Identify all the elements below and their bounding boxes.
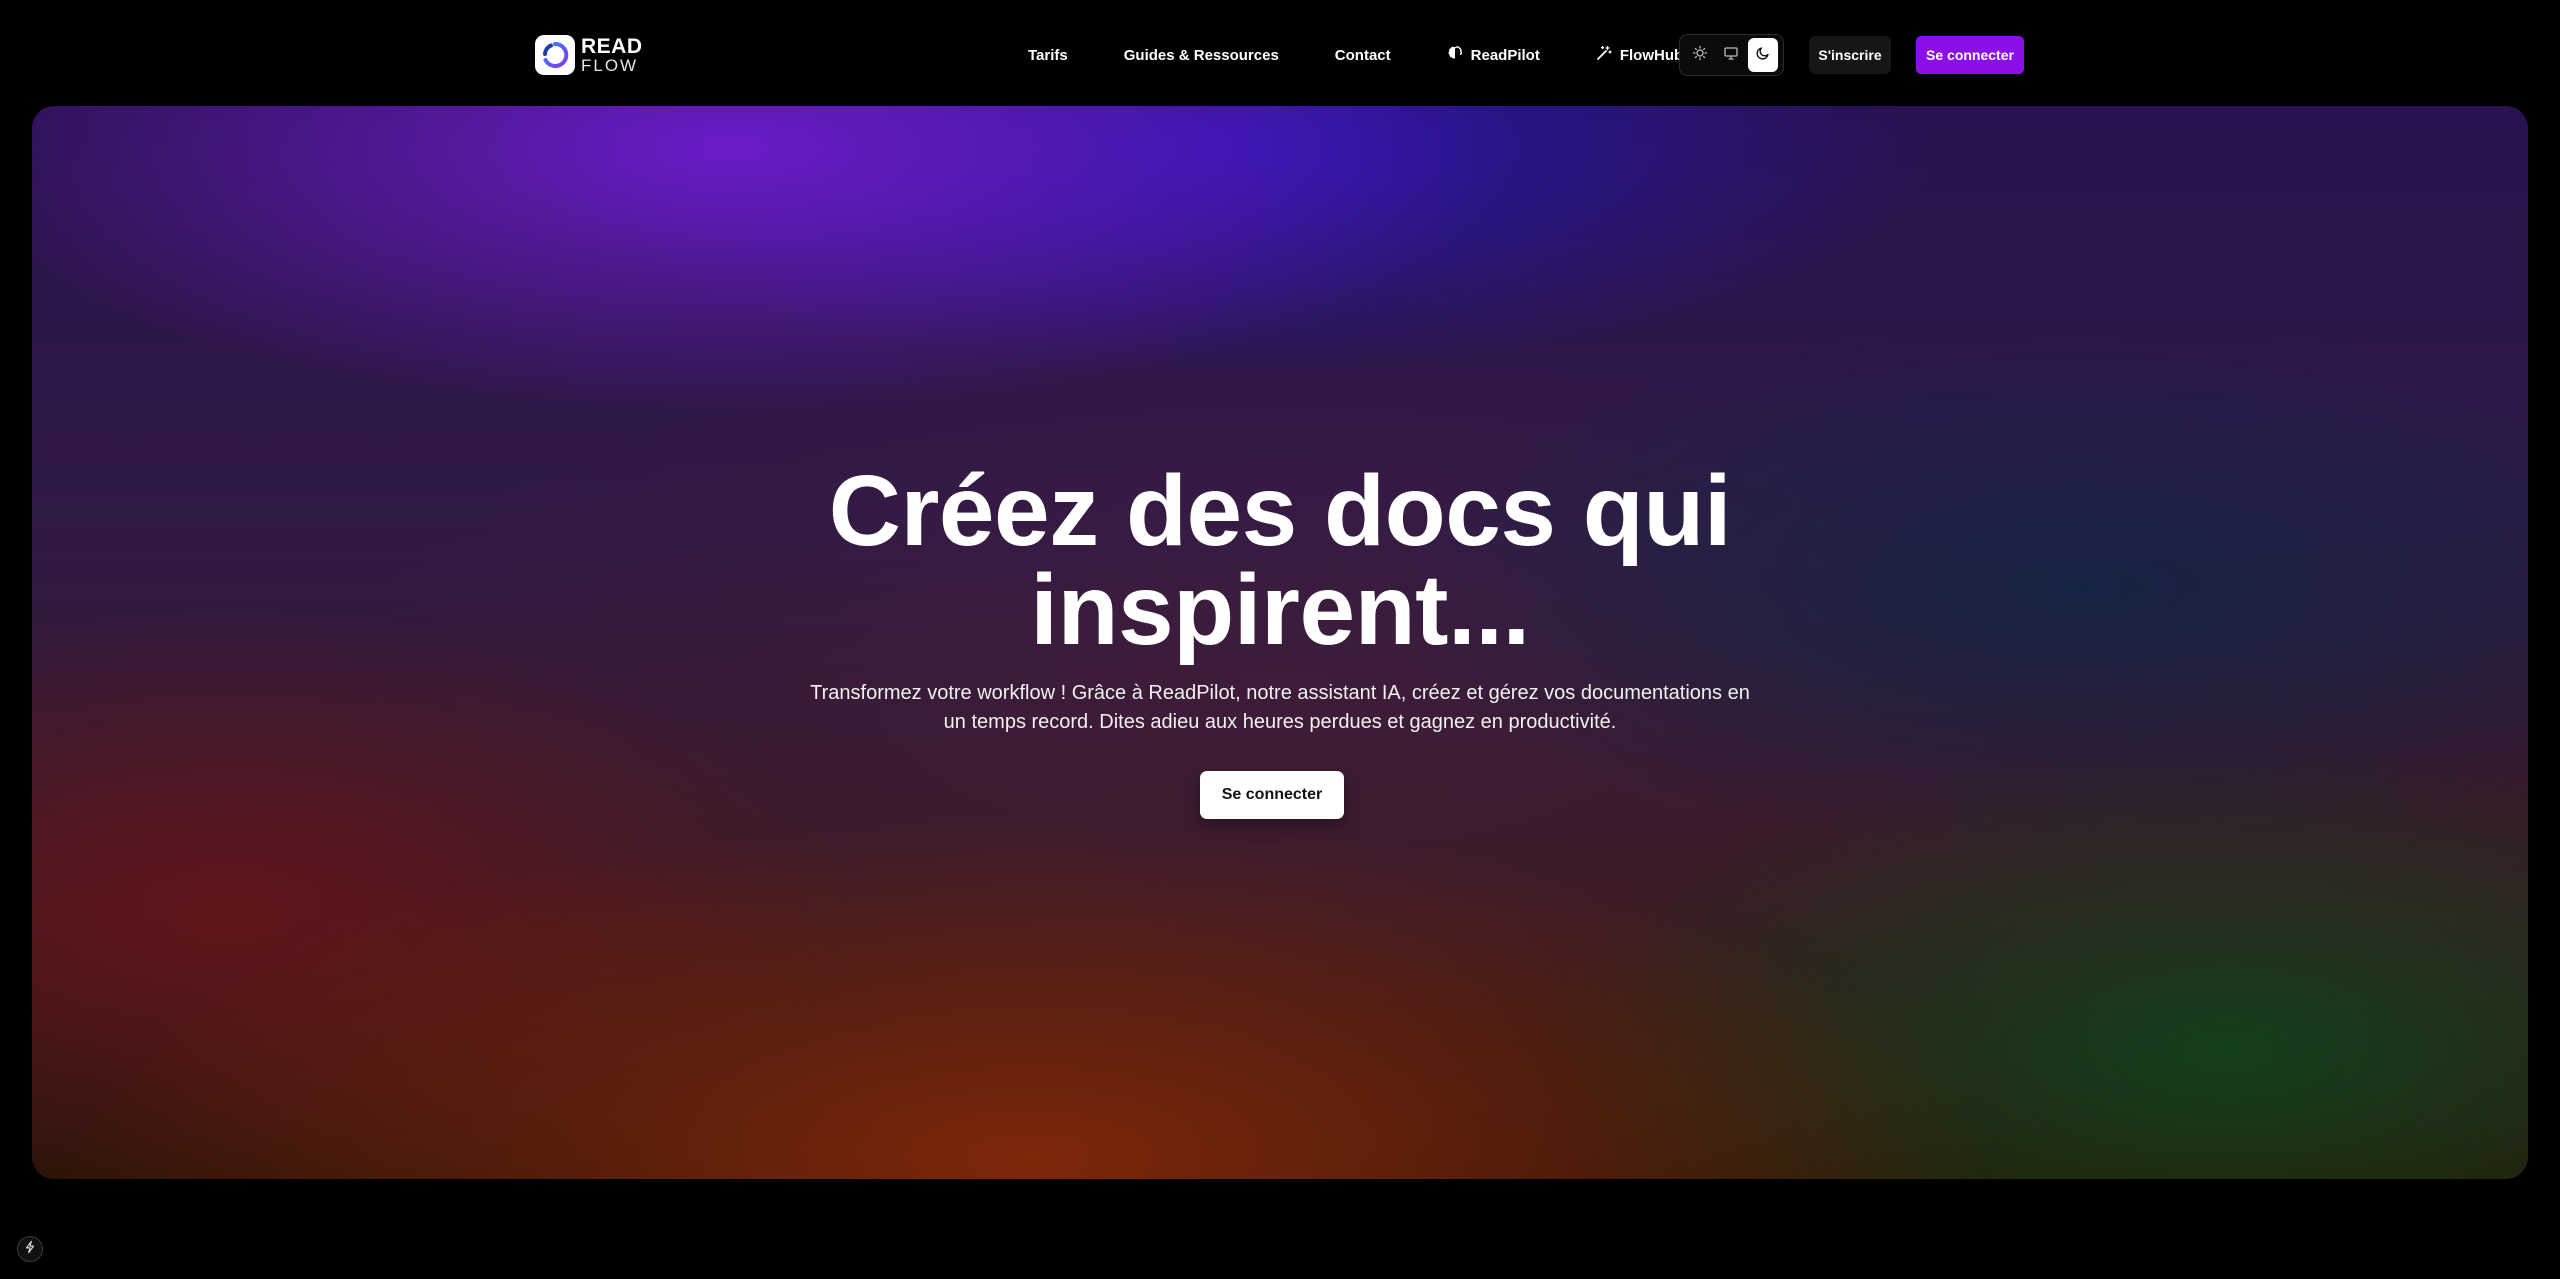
hero-title: Créez des docs qui inspirent... <box>32 455 2528 666</box>
brain-icon <box>1447 45 1463 65</box>
hero-login-button[interactable]: Se connecter <box>1200 771 1344 819</box>
theme-switcher <box>1679 34 1784 76</box>
brand-line1: READ <box>581 35 643 58</box>
nav-item-contact[interactable]: Contact <box>1307 36 1419 74</box>
nav-item-tarifs[interactable]: Tarifs <box>1000 36 1096 74</box>
nav-item-label: Guides & Ressources <box>1123 46 1279 64</box>
hero-title-line1: Créez des docs qui <box>828 455 1732 567</box>
magic-wand-icon <box>1596 45 1612 65</box>
dev-tools-badge[interactable] <box>17 1236 43 1262</box>
login-button[interactable]: Se connecter <box>1916 36 2024 74</box>
nav-item-readpilot[interactable]: ReadPilot <box>1419 36 1568 74</box>
brand-line2: FLOW <box>581 56 639 75</box>
nav-item-guides[interactable]: Guides & Ressources <box>1096 36 1307 74</box>
main-nav: Tarifs Guides & Ressources Contact ReadP… <box>1000 36 1711 74</box>
brand-logo[interactable]: READ FLOW <box>535 34 643 76</box>
readflow-logo-icon <box>535 35 575 75</box>
theme-dark-button[interactable] <box>1748 38 1779 72</box>
nav-item-label: Contact <box>1334 46 1391 64</box>
theme-system-button[interactable] <box>1716 38 1746 72</box>
page: READ FLOW Tarifs Guides & Ressources Con… <box>0 0 2560 1279</box>
brand-wordmark: READ FLOW <box>581 36 643 74</box>
nav-item-label: Tarifs <box>1028 46 1068 64</box>
theme-light-button[interactable] <box>1685 38 1715 72</box>
nav-item-label: ReadPilot <box>1470 46 1540 64</box>
signup-button[interactable]: S'inscrire <box>1809 36 1891 74</box>
hero-title-line2: inspirent... <box>1030 554 1530 666</box>
sun-icon <box>1692 45 1708 66</box>
monitor-icon <box>1723 45 1739 66</box>
hero-subtitle: Transformez votre workflow ! Grâce à Rea… <box>810 682 1750 733</box>
lightning-bolt-icon <box>23 1240 37 1259</box>
site-header: READ FLOW Tarifs Guides & Ressources Con… <box>0 0 2560 106</box>
moon-icon <box>1755 45 1771 66</box>
nav-item-label: FlowHub <box>1619 46 1684 64</box>
hero-section: Créez des docs qui inspirent... Transfor… <box>32 106 2528 1179</box>
